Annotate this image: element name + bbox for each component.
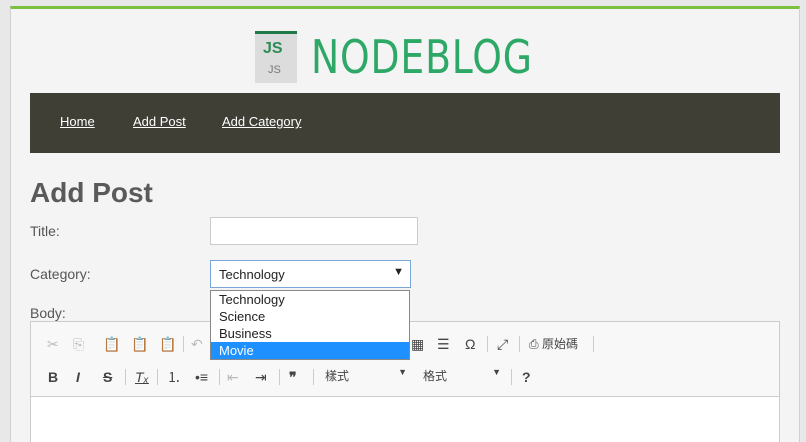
main-navbar: Home Add Post Add Category	[30, 93, 780, 153]
styles-label: 樣式	[325, 369, 350, 383]
help-icon[interactable]: ?	[522, 367, 531, 387]
toolbar-separator	[279, 369, 280, 385]
editor-toolbar-row-2: B I S Tₓ ⒈ •≡ ⇤ ⇥ ❞ 樣式 ▼ 格式 ▼ ?	[31, 363, 779, 391]
chevron-down-icon: ▼	[398, 367, 407, 377]
logo-badge-top: JS	[263, 40, 283, 57]
table-icon[interactable]: ▦	[411, 334, 424, 354]
paste-word-icon[interactable]: 📋	[159, 334, 176, 354]
toolbar-separator	[313, 369, 314, 385]
toolbar-separator	[157, 369, 158, 385]
toolbar-separator	[511, 369, 512, 385]
logo-badge-bottom: JS	[268, 64, 281, 76]
toolbar-separator	[219, 369, 220, 385]
format-label: 格式	[423, 369, 448, 383]
paste-icon[interactable]: 📋	[103, 334, 120, 354]
horizontal-rule-icon[interactable]: ☰	[437, 334, 450, 354]
chevron-down-icon: ▼	[393, 266, 404, 278]
special-char-icon[interactable]: Ω	[465, 334, 475, 354]
bulleted-list-icon[interactable]: •≡	[195, 367, 208, 387]
category-selected-value: Technology	[219, 267, 285, 282]
toolbar-separator	[593, 336, 594, 352]
paste-text-icon[interactable]: 📋	[131, 334, 148, 354]
js-logo-icon: JS JS	[255, 31, 297, 83]
maximize-icon[interactable]: ⤢	[497, 334, 508, 354]
bold-icon[interactable]: B	[48, 367, 58, 387]
category-option-business[interactable]: Business	[211, 325, 409, 342]
page-title: Add Post	[30, 177, 153, 208]
toolbar-separator	[519, 336, 520, 352]
title-label: Title:	[30, 223, 60, 239]
editor-content-area[interactable]	[31, 396, 779, 442]
blockquote-icon[interactable]: ❞	[289, 367, 297, 387]
italic-icon[interactable]: I	[76, 367, 80, 387]
undo-icon[interactable]: ↶	[191, 334, 203, 354]
format-combo[interactable]: 格式 ▼	[423, 367, 501, 387]
logo-text: NODEBLOG	[311, 30, 533, 84]
category-option-science[interactable]: Science	[211, 308, 409, 325]
toolbar-separator	[125, 369, 126, 385]
title-input[interactable]	[210, 217, 418, 245]
toolbar-separator	[183, 336, 184, 352]
category-dropdown-list: Technology Science Business Movie	[210, 290, 410, 360]
body-label: Body:	[30, 305, 66, 321]
page-container: JS JS NODEBLOG Home Add Post Add Categor…	[10, 6, 800, 442]
category-label: Category:	[30, 266, 91, 282]
source-button[interactable]: ⎙ 原始碼	[529, 334, 578, 354]
styles-combo[interactable]: 樣式 ▼	[325, 367, 407, 387]
category-option-technology[interactable]: Technology	[211, 291, 409, 308]
toolbar-separator	[487, 336, 488, 352]
chevron-down-icon: ▼	[492, 367, 501, 377]
numbered-list-icon[interactable]: ⒈	[167, 367, 181, 387]
strikethrough-icon[interactable]: S	[103, 367, 112, 387]
remove-format-icon[interactable]: Tₓ	[135, 367, 149, 387]
source-label: 原始碼	[541, 337, 578, 351]
outdent-icon[interactable]: ⇤	[227, 367, 239, 387]
nav-add-post-link[interactable]: Add Post	[133, 114, 186, 129]
nav-home-link[interactable]: Home	[60, 114, 95, 129]
site-logo[interactable]: JS JS NODEBLOG	[255, 29, 582, 85]
category-select[interactable]: Technology ▼	[210, 260, 411, 288]
copy-icon[interactable]: ⎘	[73, 334, 84, 354]
category-option-movie[interactable]: Movie	[211, 342, 409, 359]
indent-icon[interactable]: ⇥	[255, 367, 267, 387]
nav-add-category-link[interactable]: Add Category	[222, 114, 302, 129]
cut-icon[interactable]: ✂	[47, 334, 59, 354]
